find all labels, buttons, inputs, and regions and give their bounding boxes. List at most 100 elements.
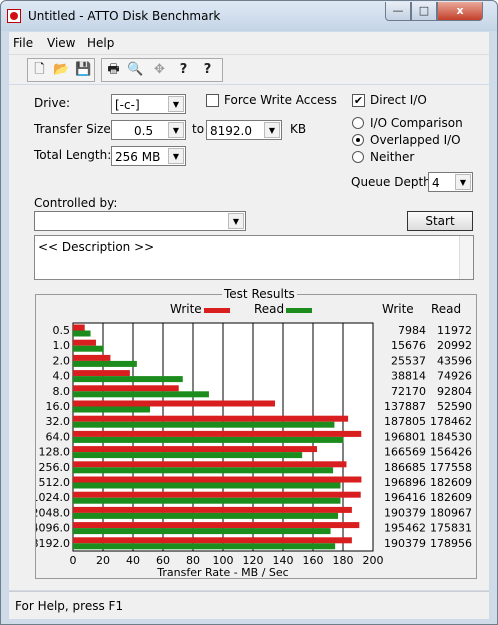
maximize-button[interactable]: □ xyxy=(411,2,437,21)
read-value-label: 156426 xyxy=(430,446,472,459)
write-bar xyxy=(73,522,360,529)
category-label: 512.0 xyxy=(39,476,71,489)
write-value-label: 186685 xyxy=(384,461,426,474)
title-bar[interactable]: Untitled - ATTO Disk Benchmark — □ x xyxy=(1,1,497,31)
write-value-label: 137887 xyxy=(384,400,426,413)
chevron-down-icon[interactable]: ▼ xyxy=(168,122,184,138)
write-bar xyxy=(73,415,349,422)
category-label: 128.0 xyxy=(39,446,71,459)
read-value-label: 178956 xyxy=(430,537,472,550)
chevron-down-icon[interactable]: ▼ xyxy=(168,148,184,164)
write-bar xyxy=(73,506,352,513)
read-value-label: 178462 xyxy=(430,415,472,428)
menu-bar: File View Help xyxy=(9,32,489,54)
category-label: 1.0 xyxy=(53,339,71,352)
window-title: Untitled - ATTO Disk Benchmark xyxy=(28,9,221,23)
x-tick-label: 20 xyxy=(96,554,110,567)
read-bar xyxy=(73,543,336,550)
read-bar xyxy=(73,345,104,352)
menu-help[interactable]: Help xyxy=(87,36,114,50)
write-bar xyxy=(73,491,361,498)
read-value-label: 177558 xyxy=(430,461,472,474)
new-document-icon[interactable]: 🗋 xyxy=(29,60,50,81)
write-bar xyxy=(73,461,347,468)
start-button[interactable]: Start xyxy=(407,211,473,231)
x-tick-label: 160 xyxy=(303,554,324,567)
main-panel: Drive: [-c-] ▼ Force Write Access Transf… xyxy=(9,85,489,590)
toolbar: 🗋 📂 💾 🖶 🔍 ✥ ? ? xyxy=(9,54,489,84)
atto-app-icon[interactable] xyxy=(7,9,21,23)
menu-view[interactable]: View xyxy=(47,36,75,50)
category-label: 16.0 xyxy=(46,400,71,413)
queue-depth-select[interactable]: 4 ▼ xyxy=(428,172,473,192)
read-value-label: 43596 xyxy=(437,354,472,367)
write-value-label: 15676 xyxy=(391,339,426,352)
overlapped-io-radio[interactable] xyxy=(352,134,364,146)
minimize-button[interactable]: — xyxy=(385,2,411,21)
io-comparison-radio[interactable] xyxy=(352,117,364,129)
move-icon[interactable]: ✥ xyxy=(149,60,170,81)
neither-radio[interactable] xyxy=(352,151,364,163)
total-length-select[interactable]: 256 MB ▼ xyxy=(111,146,186,166)
x-tick-label: 0 xyxy=(70,554,77,567)
description-textarea[interactable]: << Description >> xyxy=(34,235,474,280)
transfer-rate-chart: 0 20 40 60 80 100 120 140 160 180 200Transfer Rate… xyxy=(36,322,472,578)
read-bar xyxy=(73,360,137,367)
write-value-label: 25537 xyxy=(391,354,426,367)
help-icon[interactable]: ? xyxy=(173,60,194,81)
print-preview-icon[interactable]: 🔍 xyxy=(125,60,146,81)
read-value-label: 175831 xyxy=(430,522,472,535)
read-bar xyxy=(73,330,91,337)
context-help-icon[interactable]: ? xyxy=(197,60,218,81)
read-value-label: 180967 xyxy=(430,506,472,519)
write-value-label: 196801 xyxy=(384,430,426,443)
chevron-down-icon[interactable]: ▼ xyxy=(264,122,280,138)
category-label: 32.0 xyxy=(46,415,71,428)
transfer-size-min-select[interactable]: 0.5 ▼ xyxy=(111,120,186,140)
queue-depth-label: Queue Depth: xyxy=(351,175,435,189)
x-tick-label: 40 xyxy=(126,554,140,567)
direct-io-checkbox[interactable]: ✔ xyxy=(352,94,365,107)
transfer-size-min-value: 0.5 xyxy=(134,124,154,138)
chevron-down-icon[interactable]: ▼ xyxy=(168,96,184,112)
category-label: 2.0 xyxy=(53,354,71,367)
description-text: << Description >> xyxy=(38,240,155,254)
read-bar xyxy=(73,436,344,443)
write-bar xyxy=(73,430,362,437)
category-label: 4096.0 xyxy=(36,522,70,535)
controlled-by-label: Controlled by: xyxy=(34,196,118,210)
chevron-down-icon[interactable]: ▼ xyxy=(455,174,471,190)
x-axis-label: Transfer Rate - MB / Sec xyxy=(156,566,288,578)
write-bar xyxy=(73,324,85,331)
write-value-label: 195462 xyxy=(384,522,426,535)
print-icon[interactable]: 🖶 xyxy=(103,60,124,81)
read-value-label: 11972 xyxy=(437,324,472,337)
x-tick-label: 180 xyxy=(333,554,354,567)
category-label: 256.0 xyxy=(39,461,71,474)
category-label: 8192.0 xyxy=(36,537,70,550)
chevron-down-icon[interactable]: ▼ xyxy=(228,213,244,229)
read-bar xyxy=(73,467,334,474)
read-value-label: 52590 xyxy=(437,400,472,413)
force-write-checkbox[interactable] xyxy=(206,94,219,107)
write-value-label: 38814 xyxy=(391,370,426,383)
description-scrollbar[interactable] xyxy=(459,236,473,279)
close-button[interactable]: x xyxy=(437,2,483,21)
to-label: to xyxy=(192,122,205,136)
menu-file[interactable]: File xyxy=(13,36,33,50)
save-icon[interactable]: 💾 xyxy=(73,60,94,81)
transfer-size-max-select[interactable]: 8192.0 ▼ xyxy=(206,120,282,140)
open-folder-icon[interactable]: 📂 xyxy=(51,60,72,81)
status-text: For Help, press F1 xyxy=(15,599,124,613)
controlled-by-select[interactable]: ▼ xyxy=(34,211,246,231)
drive-select[interactable]: [-c-] ▼ xyxy=(111,94,186,114)
category-label: 0.5 xyxy=(53,324,71,337)
write-value-label: 196896 xyxy=(384,476,426,489)
total-length-value: 256 MB xyxy=(115,150,161,164)
total-length-label: Total Length: xyxy=(34,148,112,162)
read-value-label: 184530 xyxy=(430,430,472,443)
tools-toolbar-group: 🖶 🔍 ✥ ? ? xyxy=(101,58,223,82)
read-bar xyxy=(73,482,341,489)
read-bar xyxy=(73,391,209,398)
category-label: 4.0 xyxy=(53,370,71,383)
